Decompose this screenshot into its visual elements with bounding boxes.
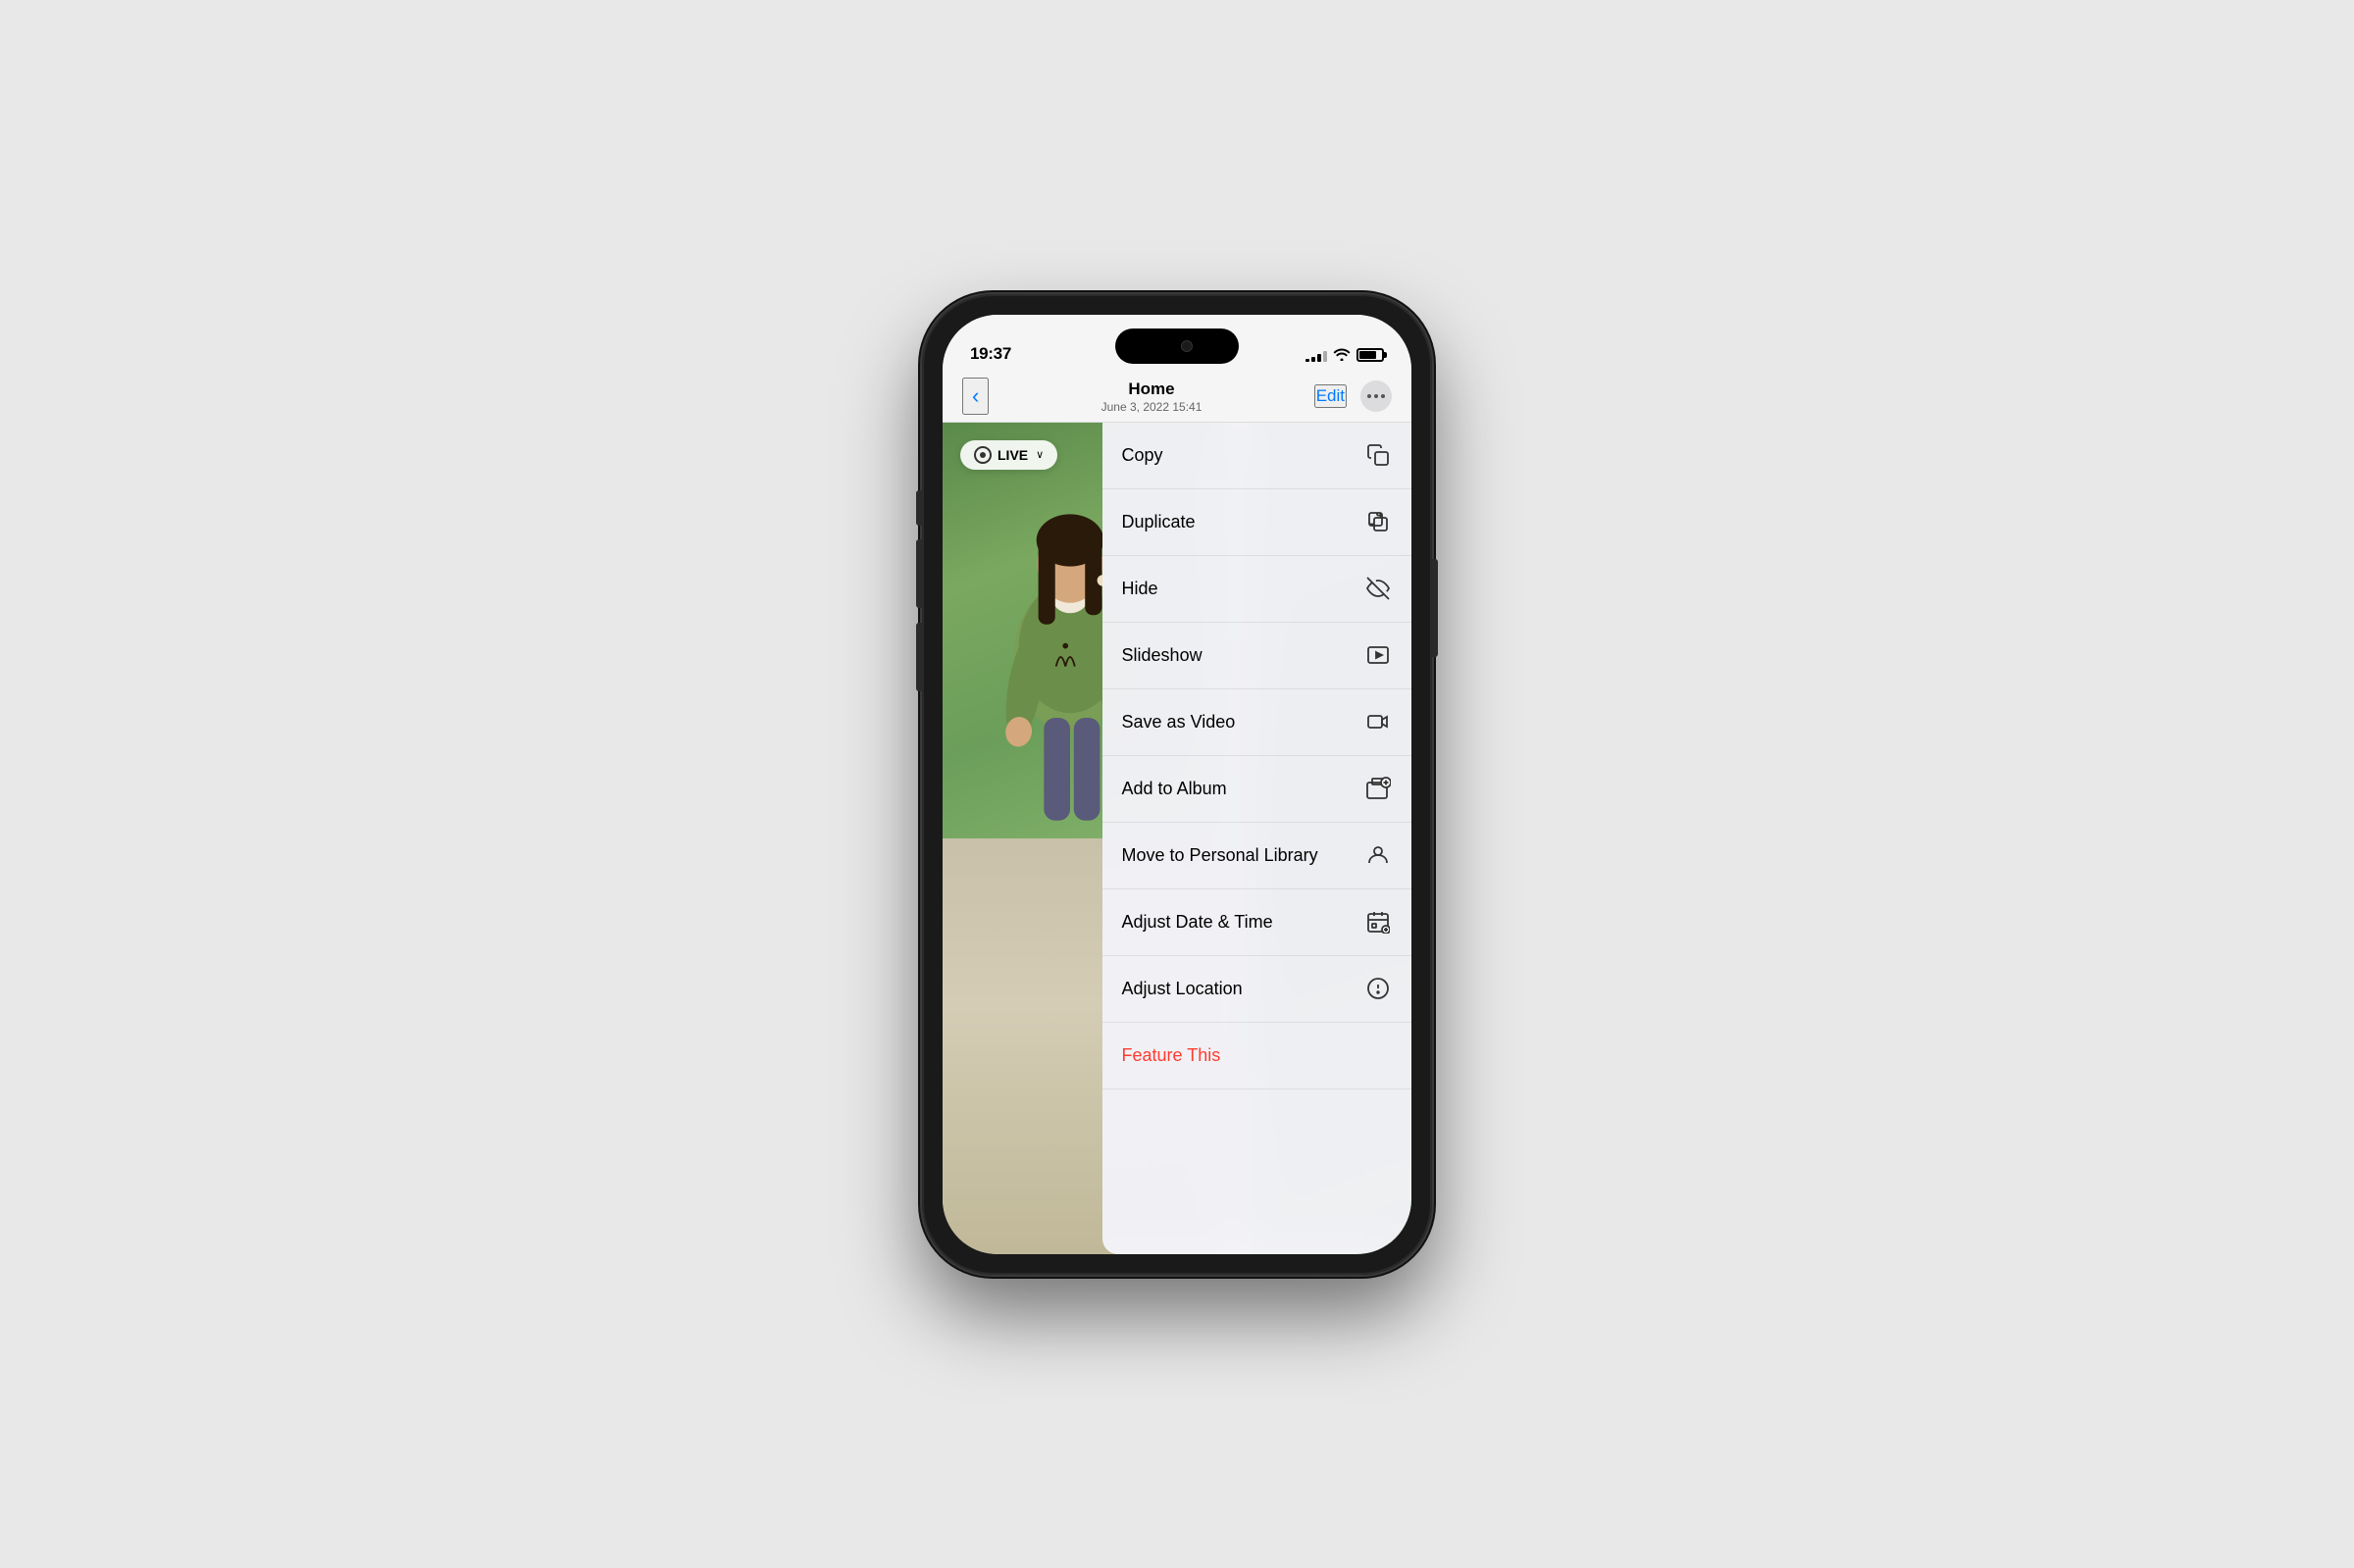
dynamic-island	[1115, 329, 1239, 364]
feature-this-icon	[1364, 1041, 1392, 1069]
back-button[interactable]: ‹	[962, 378, 989, 415]
more-button[interactable]	[1360, 380, 1392, 412]
adjust-location-label: Adjust Location	[1122, 979, 1243, 999]
live-badge[interactable]: LIVE ∨	[960, 440, 1057, 470]
add-to-album-icon	[1364, 775, 1392, 802]
copy-label: Copy	[1122, 445, 1163, 466]
battery-fill	[1359, 351, 1376, 359]
menu-item-copy[interactable]: Copy	[1102, 423, 1411, 489]
menu-bottom-fade	[1102, 1215, 1411, 1254]
nav-subtitle: June 3, 2022 15:41	[1101, 400, 1203, 414]
volume-up-button[interactable]	[916, 539, 922, 608]
copy-icon	[1364, 441, 1392, 469]
menu-item-hide[interactable]: Hide	[1102, 556, 1411, 623]
duplicate-icon	[1364, 508, 1392, 535]
nav-title: Home	[1101, 379, 1203, 399]
hide-icon	[1364, 575, 1392, 602]
mute-button[interactable]	[916, 490, 922, 526]
live-chevron: ∨	[1036, 448, 1044, 461]
power-button[interactable]	[1432, 559, 1438, 657]
menu-item-duplicate[interactable]: Duplicate	[1102, 489, 1411, 556]
menu-item-slideshow[interactable]: Slideshow	[1102, 623, 1411, 689]
volume-down-button[interactable]	[916, 623, 922, 691]
menu-item-adjust-date-time[interactable]: Adjust Date & Time	[1102, 889, 1411, 956]
add-to-album-label: Add to Album	[1122, 779, 1227, 799]
move-to-personal-library-icon	[1364, 841, 1392, 869]
content-area: LIVE ∨ Copy Duplicate	[943, 423, 1411, 1254]
live-label: LIVE	[998, 447, 1028, 463]
menu-item-move-to-personal-library[interactable]: Move to Personal Library	[1102, 823, 1411, 889]
save-as-video-label: Save as Video	[1122, 712, 1236, 733]
status-time: 19:37	[970, 344, 1011, 364]
phone-screen: 19:37	[943, 315, 1411, 1254]
wifi-icon	[1333, 347, 1351, 364]
signal-icon	[1305, 348, 1327, 362]
adjust-location-icon	[1364, 975, 1392, 1002]
nav-center: Home June 3, 2022 15:41	[1101, 379, 1203, 414]
hide-label: Hide	[1122, 579, 1158, 599]
adjust-date-time-label: Adjust Date & Time	[1122, 912, 1273, 933]
duplicate-label: Duplicate	[1122, 512, 1196, 532]
navigation-bar: ‹ Home June 3, 2022 15:41 Edit	[943, 372, 1411, 423]
menu-item-save-as-video[interactable]: Save as Video	[1102, 689, 1411, 756]
adjust-date-time-icon	[1364, 908, 1392, 936]
battery-icon	[1356, 348, 1384, 362]
save-as-video-icon	[1364, 708, 1392, 735]
feature-this-label: Feature This	[1122, 1045, 1221, 1066]
context-menu: Copy Duplicate	[1102, 423, 1411, 1254]
edit-button[interactable]: Edit	[1314, 384, 1347, 408]
status-icons	[1305, 347, 1384, 364]
camera-dot	[1181, 340, 1193, 352]
slideshow-icon	[1364, 641, 1392, 669]
phone-device: 19:37	[922, 294, 1432, 1275]
live-circle-icon	[974, 446, 992, 464]
menu-item-add-to-album[interactable]: Add to Album	[1102, 756, 1411, 823]
menu-item-adjust-location[interactable]: Adjust Location	[1102, 956, 1411, 1023]
move-to-personal-library-label: Move to Personal Library	[1122, 845, 1318, 866]
menu-item-feature-this[interactable]: Feature This	[1102, 1023, 1411, 1089]
nav-right-actions: Edit	[1314, 380, 1392, 412]
slideshow-label: Slideshow	[1122, 645, 1203, 666]
